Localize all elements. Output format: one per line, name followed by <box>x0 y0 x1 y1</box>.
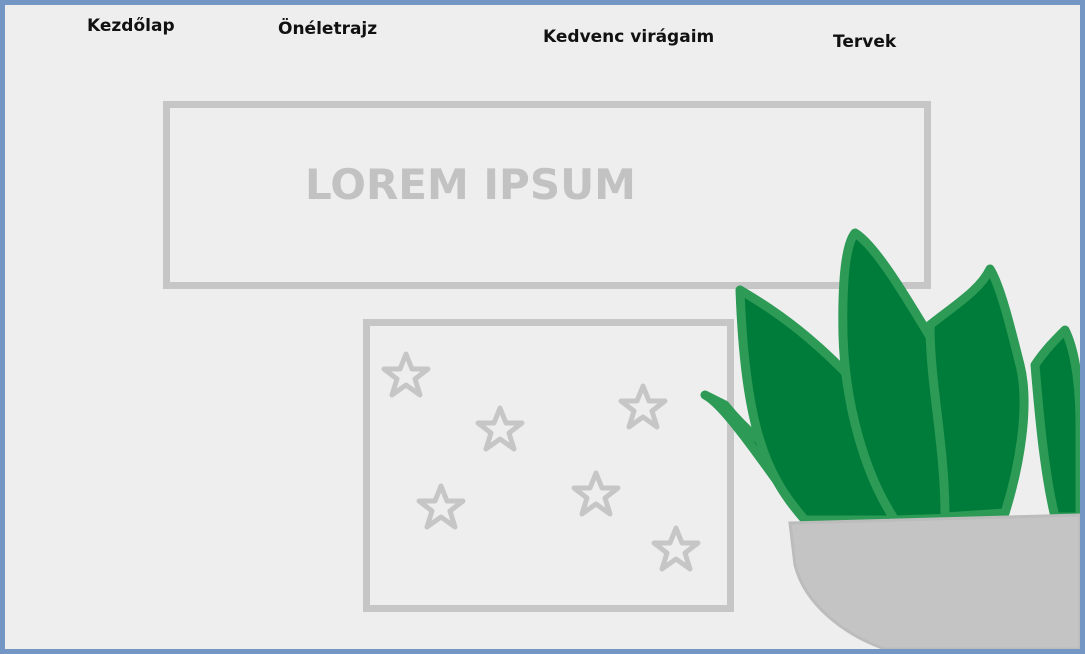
star-icon <box>654 528 698 569</box>
star-icon <box>384 354 428 395</box>
illustration-layer <box>5 228 1080 649</box>
page-frame: Kezdőlap Önéletrajz Kedvenc virágaim Ter… <box>0 0 1085 654</box>
plant-pot <box>788 513 1080 649</box>
star-icon <box>478 408 522 449</box>
star-icon <box>419 486 463 527</box>
star-icon <box>621 386 665 427</box>
plant-leaf <box>1030 325 1080 522</box>
plant-illustration <box>700 228 1080 649</box>
star-icon <box>574 473 618 514</box>
plant-leaf <box>925 264 1029 522</box>
